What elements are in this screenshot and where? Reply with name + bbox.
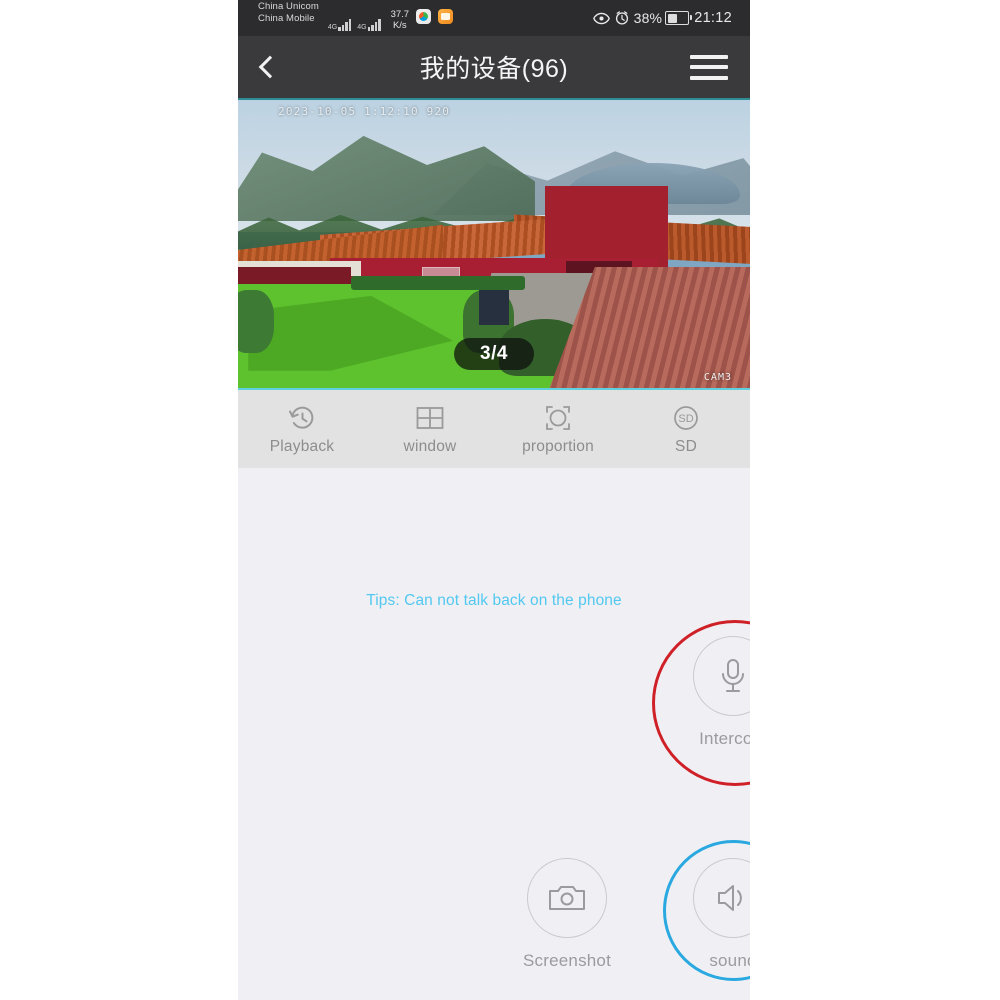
video-page-indicator: 3/4 (454, 338, 534, 370)
video-bush-left (238, 290, 274, 353)
battery-percent-label: 38% (634, 10, 663, 26)
signal-icon-sim1: 4G (328, 18, 352, 31)
hamburger-menu-button[interactable] (690, 55, 728, 80)
data-speed-indicator: 37.7 K/s (391, 9, 410, 31)
video-camera-label: CAM3 (704, 372, 732, 383)
video-osd-timestamp: 2023-10-05 1:12:10 920 (278, 105, 450, 118)
toolbar-label-proportion: proportion (522, 438, 594, 456)
signal-indicators: 4G 4G 37.7 K/s (323, 1, 453, 35)
carrier-1-label: China Unicom (258, 1, 319, 13)
intercom-label: Intercom (699, 729, 750, 749)
toolbar-item-window[interactable]: window (366, 403, 494, 456)
grid-four-window-icon (416, 403, 444, 433)
signal-bars-sim1 (338, 18, 352, 31)
sd-quality-icon: SD (672, 403, 700, 433)
alarm-clock-icon (615, 11, 629, 25)
network-type-2-label: 4G (357, 24, 366, 31)
title-bar: 我的设备(96) (238, 36, 750, 98)
microphone-icon (716, 657, 750, 695)
carrier-2-label: China Mobile (258, 13, 319, 25)
notification-app-icon-1 (416, 9, 431, 24)
clock-label: 21:12 (694, 10, 732, 26)
data-speed-unit: K/s (393, 20, 407, 31)
page-title: 我的设备(96) (238, 49, 750, 85)
screenshot-button[interactable]: Screenshot (523, 858, 611, 971)
svg-text:SD: SD (678, 413, 693, 425)
toolbar-item-proportion[interactable]: proportion (494, 403, 622, 456)
status-bar-right: 38% 21:12 (593, 10, 732, 26)
clock-rewind-icon (287, 403, 317, 433)
video-hedge (351, 276, 525, 290)
signal-bars-sim2 (368, 18, 382, 31)
sound-circle (693, 858, 750, 938)
phone-screen: China Unicom China Mobile 4G 4G 37.7 K/s (238, 0, 750, 1000)
data-speed-value: 37.7 (391, 9, 410, 20)
sound-button[interactable]: sound (693, 858, 750, 971)
chevron-left-icon (259, 56, 282, 79)
signal-icon-sim2: 4G (357, 18, 381, 31)
screenshot-circle (527, 858, 607, 938)
notification-app-icon-2 (438, 9, 453, 24)
carrier-names: China Unicom China Mobile (258, 1, 319, 25)
eye-icon (593, 12, 610, 25)
intercom-button[interactable]: Intercom (693, 636, 750, 749)
back-button[interactable] (238, 59, 298, 75)
network-type-1-label: 4G (328, 24, 337, 31)
battery-icon (665, 11, 689, 25)
tips-text: Tips: Can not talk back on the phone (238, 592, 750, 610)
speaker-icon (715, 882, 750, 914)
video-toolbar: Playback window proportion (238, 390, 750, 468)
crop-frame-icon (544, 403, 572, 433)
status-bar: China Unicom China Mobile 4G 4G 37.7 K/s (238, 0, 750, 36)
video-mailbox (479, 290, 510, 325)
toolbar-item-playback[interactable]: Playback (238, 403, 366, 456)
sound-label: sound (709, 951, 750, 971)
hamburger-menu-icon (690, 55, 728, 59)
toolbar-label-sd: SD (675, 438, 697, 456)
toolbar-label-playback: Playback (270, 438, 335, 456)
status-bar-left: China Unicom China Mobile 4G 4G 37.7 K/s (258, 1, 453, 35)
screenshot-label: Screenshot (523, 951, 611, 971)
intercom-circle (693, 636, 750, 716)
toolbar-item-sd[interactable]: SD SD (622, 403, 750, 456)
video-preview[interactable]: 2023-10-05 1:12:10 920 CAM3 3/4 (238, 98, 750, 390)
camera-icon (548, 882, 586, 914)
toolbar-label-window: window (404, 438, 457, 456)
